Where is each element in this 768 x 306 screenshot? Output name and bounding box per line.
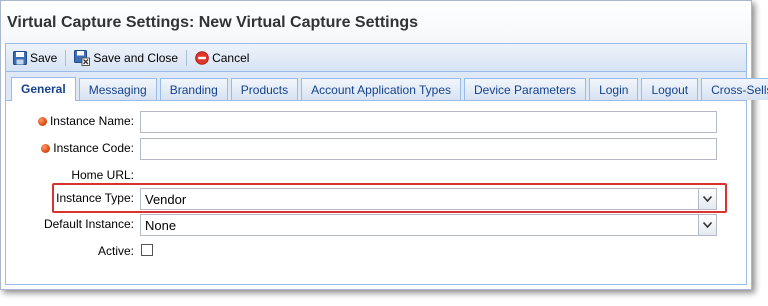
default-instance-select[interactable]: None bbox=[140, 214, 717, 236]
tab-general[interactable]: General bbox=[11, 77, 76, 101]
tab-products[interactable]: Products bbox=[230, 78, 299, 100]
default-instance-label: Default Instance: bbox=[43, 217, 134, 231]
toolbar-separator bbox=[65, 49, 67, 66]
active-label: Active: bbox=[97, 244, 134, 258]
toolbar-separator bbox=[186, 49, 188, 66]
instance-name-row: Instance Name: bbox=[3, 111, 743, 133]
toolbar: Save Save and Close Cancel bbox=[6, 44, 746, 72]
tab-cross-sells[interactable]: Cross-Sells bbox=[701, 78, 768, 100]
cancel-label: Cancel bbox=[212, 50, 250, 65]
default-instance-row: Default Instance: None bbox=[3, 214, 743, 236]
cancel-button[interactable]: Cancel bbox=[192, 49, 252, 67]
tab-branding[interactable]: Branding bbox=[159, 78, 228, 100]
floppy-disk-close-icon bbox=[74, 49, 91, 66]
instance-type-highlight bbox=[52, 183, 727, 213]
instance-code-input[interactable] bbox=[140, 138, 717, 160]
tab-messaging[interactable]: Messaging bbox=[78, 78, 157, 100]
required-marker-icon bbox=[41, 144, 51, 153]
tab-device-parameters[interactable]: Device Parameters bbox=[464, 78, 587, 100]
tab-logout[interactable]: Logout bbox=[641, 78, 699, 100]
home-url-label: Home URL: bbox=[71, 168, 134, 182]
floppy-disk-icon bbox=[13, 50, 27, 65]
save-button[interactable]: Save bbox=[10, 49, 60, 67]
active-row: Active: bbox=[3, 241, 743, 263]
active-checkbox[interactable] bbox=[141, 244, 153, 256]
instance-code-label: Instance Code: bbox=[53, 141, 134, 155]
tab-strip: General Messaging Branding Products Acco… bbox=[6, 72, 768, 101]
instance-name-label: Instance Name: bbox=[49, 114, 134, 128]
instance-code-row: Instance Code: bbox=[3, 138, 743, 160]
tab-account-application-types[interactable]: Account Application Types bbox=[301, 78, 462, 100]
save-label: Save bbox=[30, 50, 58, 65]
settings-window: Virtual Capture Settings: New Virtual Ca… bbox=[0, 0, 768, 290]
default-instance-value: None bbox=[145, 218, 177, 233]
save-and-close-button[interactable]: Save and Close bbox=[71, 48, 181, 68]
required-marker-icon bbox=[37, 117, 47, 126]
default-instance-dropdown-button[interactable] bbox=[698, 215, 716, 235]
window-title: Virtual Capture Settings: New Virtual Ca… bbox=[1, 1, 751, 43]
instance-name-input[interactable] bbox=[140, 111, 717, 133]
cancel-icon bbox=[195, 50, 209, 65]
tab-login[interactable]: Login bbox=[589, 78, 639, 100]
save-and-close-label: Save and Close bbox=[93, 50, 179, 65]
chevron-down-icon bbox=[703, 222, 712, 228]
